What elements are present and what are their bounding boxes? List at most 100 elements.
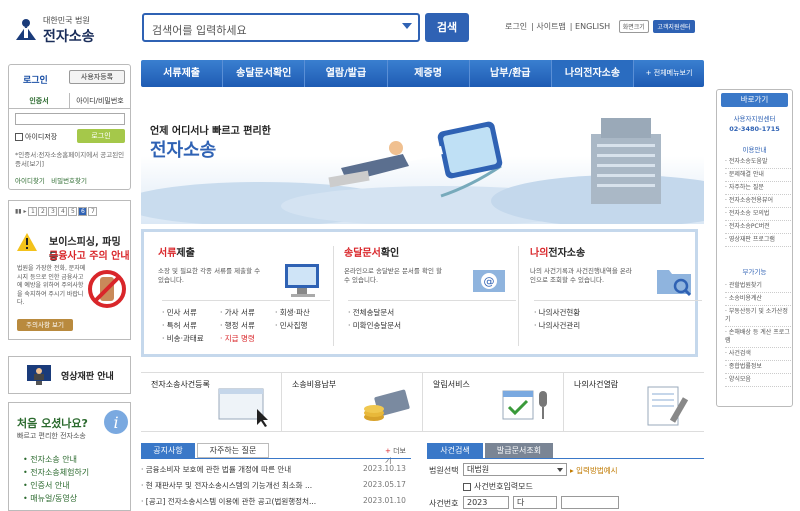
tab-id-password[interactable]: 아이디/비밀번호 [70,93,130,108]
register-button[interactable]: 사용자등록 [69,70,125,84]
nav-payment[interactable]: 납부/환급 [470,60,552,87]
link-find-court[interactable]: 관할법원찾기 [725,280,791,293]
list-item[interactable]: · 현 재판사무 및 전자소송시스템의 기능개선 최소화 ... 2023.05.… [141,480,411,496]
news-more-link[interactable]: 더보기 [385,446,411,466]
save-id-checkbox[interactable]: 아이디저장 [15,132,57,142]
login-button[interactable]: 로그인 [77,129,125,143]
search-button[interactable]: 검색 [425,13,469,42]
checkbox-icon[interactable] [15,133,23,141]
search-placeholder: 검색어를 입력하세요 [152,24,247,37]
quick-case-register[interactable]: 전자소송사건등록 [141,373,282,431]
sitemap-link[interactable]: 사이트맵 [536,22,565,31]
english-link[interactable]: ENGLISH [575,22,610,31]
link-case-search[interactable]: 사건검색 [725,348,791,361]
page-5[interactable]: 5 [68,207,78,216]
page-4[interactable]: 4 [58,207,68,216]
notice-title[interactable]: · [공고] 전자소송시스템 이용에 관한 공고(법원행정처... [141,497,316,506]
nav-my-esuit[interactable]: 나의전자소송 [551,60,635,87]
page-1[interactable]: 1 [28,207,38,216]
quick-alert-service[interactable]: 알림서비스 [423,373,564,431]
nav-view-issue[interactable]: 열람/발급 [305,60,388,87]
link-payment-order[interactable]: · 지급 명령 [220,332,275,345]
court-emblem-icon [16,19,36,40]
certificate-input[interactable] [15,113,125,125]
link-all-delivery[interactable]: · 전체송달문서 [348,306,516,319]
court-select[interactable]: 대법원 [463,463,567,476]
case-number-input[interactable] [561,496,619,509]
find-password-link[interactable]: 비밀번호찾기 [51,177,87,185]
search-input[interactable]: 검색어를 입력하세요 [142,13,420,42]
pause-icon[interactable]: ▮▮ ▸ [15,208,28,215]
checkbox-icon[interactable] [463,482,471,491]
logo-title: 전자소송 [43,29,95,45]
service-document-submit[interactable]: 서류제출 소장 및 필요한 각종 서류를 제출할 수 있습니다. · 민사 서류… [158,244,333,350]
link-real-estate-calc[interactable]: 부동산등기 및 소가산정기 [725,306,791,327]
link-faq[interactable]: 자주하는 질문 [725,182,791,195]
link-esuit-experience[interactable]: 전자소송체험하기 [23,466,89,479]
svg-text:i: i [113,413,118,432]
input-example-link[interactable]: 입력방법예시 [570,465,617,476]
link-manual-video[interactable]: 매뉴얼/동영상 [23,492,89,505]
link-non-litigation[interactable]: · 비송·과태료 [162,332,220,345]
login-link[interactable]: 로그인 [505,22,527,31]
link-my-case-manage[interactable]: · 나의사건관리 [534,319,702,332]
notice-title[interactable]: · 금융소비자 보호에 관한 법률 개정에 따른 안내 [141,465,291,474]
service-delivery-check[interactable]: 송달문서확인 온라인으로 송달받은 문서를 확인 할 수 있습니다. @ · 전… [344,244,519,350]
first-visit-subtitle: 빠르고 편리한 전자소송 [17,432,86,440]
year-select[interactable]: 2023 [463,496,509,509]
notice-more-button[interactable]: 주의사항 보기 [17,319,73,331]
link-esuit-guide[interactable]: 전자소송 안내 [23,453,89,466]
zoom-control[interactable]: 화면크기 [618,20,649,33]
nav-service-check[interactable]: 송달문서확인 [223,60,306,87]
tab-certificate[interactable]: 인증서 [9,93,70,108]
link-damage-calc[interactable]: 손해배상 등 계산 프로그램 [725,327,791,348]
link-admin-doc[interactable]: · 행정 서류 [220,319,275,332]
link-video-program[interactable]: 영상재판 프로그램 [725,234,791,247]
link-viewer[interactable]: 전자소송전용뷰어 [725,195,791,208]
list-item[interactable]: · 금융소비자 보호에 관한 법률 개정에 따른 안내 2023.10.13 [141,464,411,480]
link-troubleshoot[interactable]: 문제해결 안내 [725,169,791,182]
link-civil-execution[interactable]: · 민사집행 [275,319,330,332]
link-family-doc[interactable]: · 가사 서류 [220,306,275,319]
page-6[interactable]: 6 [78,207,88,216]
link-my-case-status[interactable]: · 나의사건현황 [534,306,702,319]
quick-fee-payment[interactable]: 소송비용납부 [282,373,423,431]
link-legal-info[interactable]: 종합법률정보 [725,361,791,374]
link-fee-calc[interactable]: 소송비용계산 [725,293,791,306]
link-unchecked-delivery[interactable]: · 미확인송달문서 [348,319,516,332]
all-menu-button[interactable]: + 전체메뉴보기 [634,60,704,87]
notice-title[interactable]: · 현 재판사무 및 전자소송시스템의 기능개선 최소화 ... [141,481,312,490]
chevron-down-icon[interactable] [402,23,412,29]
tab-case-search[interactable]: 사건검색 [427,443,483,458]
tab-faq[interactable]: 자주하는 질문 [197,443,269,458]
video-trial-banner[interactable]: 영상재판 안내 [8,356,131,394]
link-patent-doc[interactable]: · 특허 서류 [162,319,220,332]
page-7[interactable]: 7 [88,207,98,216]
link-mock-court[interactable]: 전자소송 모의법 [725,208,791,221]
tab-issued-doc[interactable]: 발급문서조회 [485,443,553,458]
case-number-mode-checkbox[interactable]: 사건번호입력모드 [463,481,533,492]
link-certificate-guide[interactable]: 인증서 안내 [23,479,89,492]
link-forms[interactable]: 양식모음 [725,374,791,387]
service-my-esuit[interactable]: 나의전자소송 나의 사건기록과 사건진행내역을 온라인으로 조회할 수 있습니다… [530,244,705,350]
case-kind-select[interactable]: 다 [513,496,557,509]
support-center-label[interactable]: 사용자지원센터 [717,114,792,124]
quick-case-view[interactable]: 나의사건열람 [564,373,704,431]
phishing-notice-banner[interactable]: ▮▮ ▸ 1234567 보이스피싱, 파밍 등 금융사고 주의 안내 법원을 … [8,200,131,340]
link-rehabilitation[interactable]: · 회생·파산 [275,306,330,319]
tab-notice[interactable]: 공지사항 [141,443,195,458]
link-help[interactable]: 전자소송도움말 [725,156,791,169]
nav-document-submit[interactable]: 서류제출 [141,60,224,87]
quick-label: 전자소송사건등록 [151,380,210,389]
nav-certificate[interactable]: 제증명 [388,60,470,87]
page-3[interactable]: 3 [48,207,58,216]
link-pc-version[interactable]: 전자소송PC버전 [725,221,791,234]
find-id-link[interactable]: 아이디찾기 [15,177,45,185]
court-logo[interactable]: 대한민국 법원 전자소송 [10,12,120,46]
list-item[interactable]: · [공고] 전자소송시스템 이용에 관한 공고(법원행정처... 2023.01… [141,496,411,511]
page-2[interactable]: 2 [38,207,48,216]
link-civil-doc[interactable]: · 민사 서류 [162,306,220,319]
case-number-label: 사건번호 [429,499,459,508]
customer-center-button[interactable]: 고객지원센터 [653,20,695,33]
group-extra: 부가기능 [742,268,767,276]
